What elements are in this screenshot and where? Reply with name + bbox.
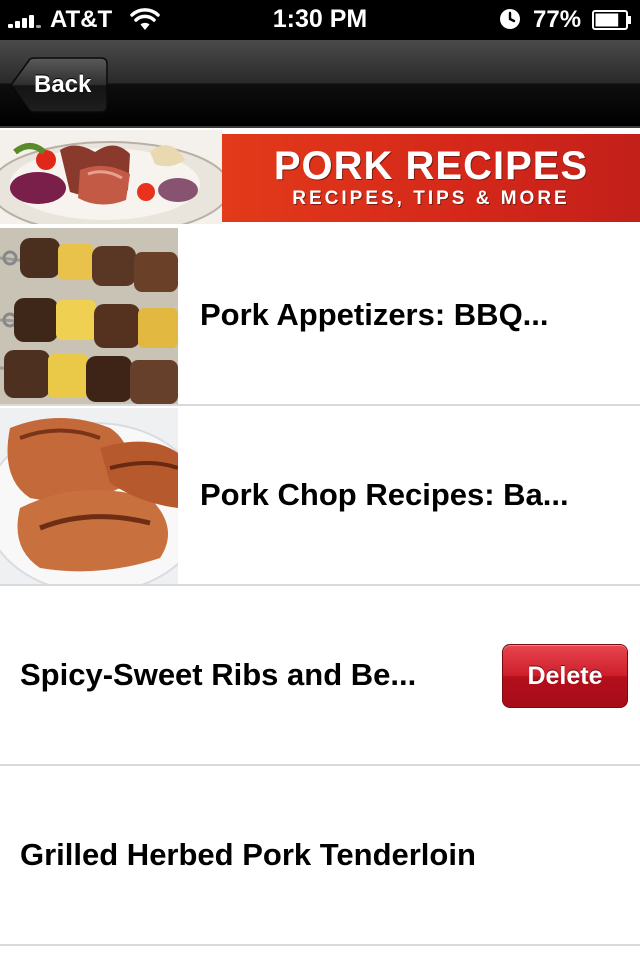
status-bar: AT&T 1:30 PM 77% xyxy=(0,0,640,40)
banner-title: PORK RECIPES xyxy=(273,144,589,188)
list-item-title: Spicy-Sweet Ribs and Be... xyxy=(20,657,417,692)
pork-chops-photo xyxy=(0,408,178,584)
list-item[interactable]: Grilled Herbed Pork Tenderloin xyxy=(0,766,640,946)
back-button-label: Back xyxy=(34,71,92,98)
navigation-bar: Back xyxy=(0,40,640,128)
delete-button[interactable]: Delete xyxy=(502,644,628,708)
banner-food-photo xyxy=(0,130,222,224)
list-item-title: Pork Chop Recipes: Ba... xyxy=(200,477,569,512)
banner-title-box: PORK RECIPES RECIPES, TIPS & MORE xyxy=(222,134,640,222)
back-button[interactable]: Back xyxy=(10,57,108,113)
list-item-title: Pork Appetizers: BBQ... xyxy=(200,297,549,332)
battery-percent: 77% xyxy=(533,6,582,33)
list-item[interactable]: Spicy-Sweet Ribs and Be... Delete xyxy=(0,586,640,766)
battery-icon xyxy=(592,10,631,30)
recipe-list: Pork Appetizers: BBQ... Pork Chop Recipe… xyxy=(0,226,640,946)
alarm-icon xyxy=(500,9,520,29)
pork-skewers-photo xyxy=(0,228,178,404)
banner-subtitle: RECIPES, TIPS & MORE xyxy=(292,188,570,209)
list-item-title: Grilled Herbed Pork Tenderloin xyxy=(20,837,476,872)
list-item[interactable]: Pork Appetizers: BBQ... xyxy=(0,226,640,406)
header-banner: PORK RECIPES RECIPES, TIPS & MORE xyxy=(0,130,640,224)
list-item[interactable]: Pork Chop Recipes: Ba... xyxy=(0,406,640,586)
